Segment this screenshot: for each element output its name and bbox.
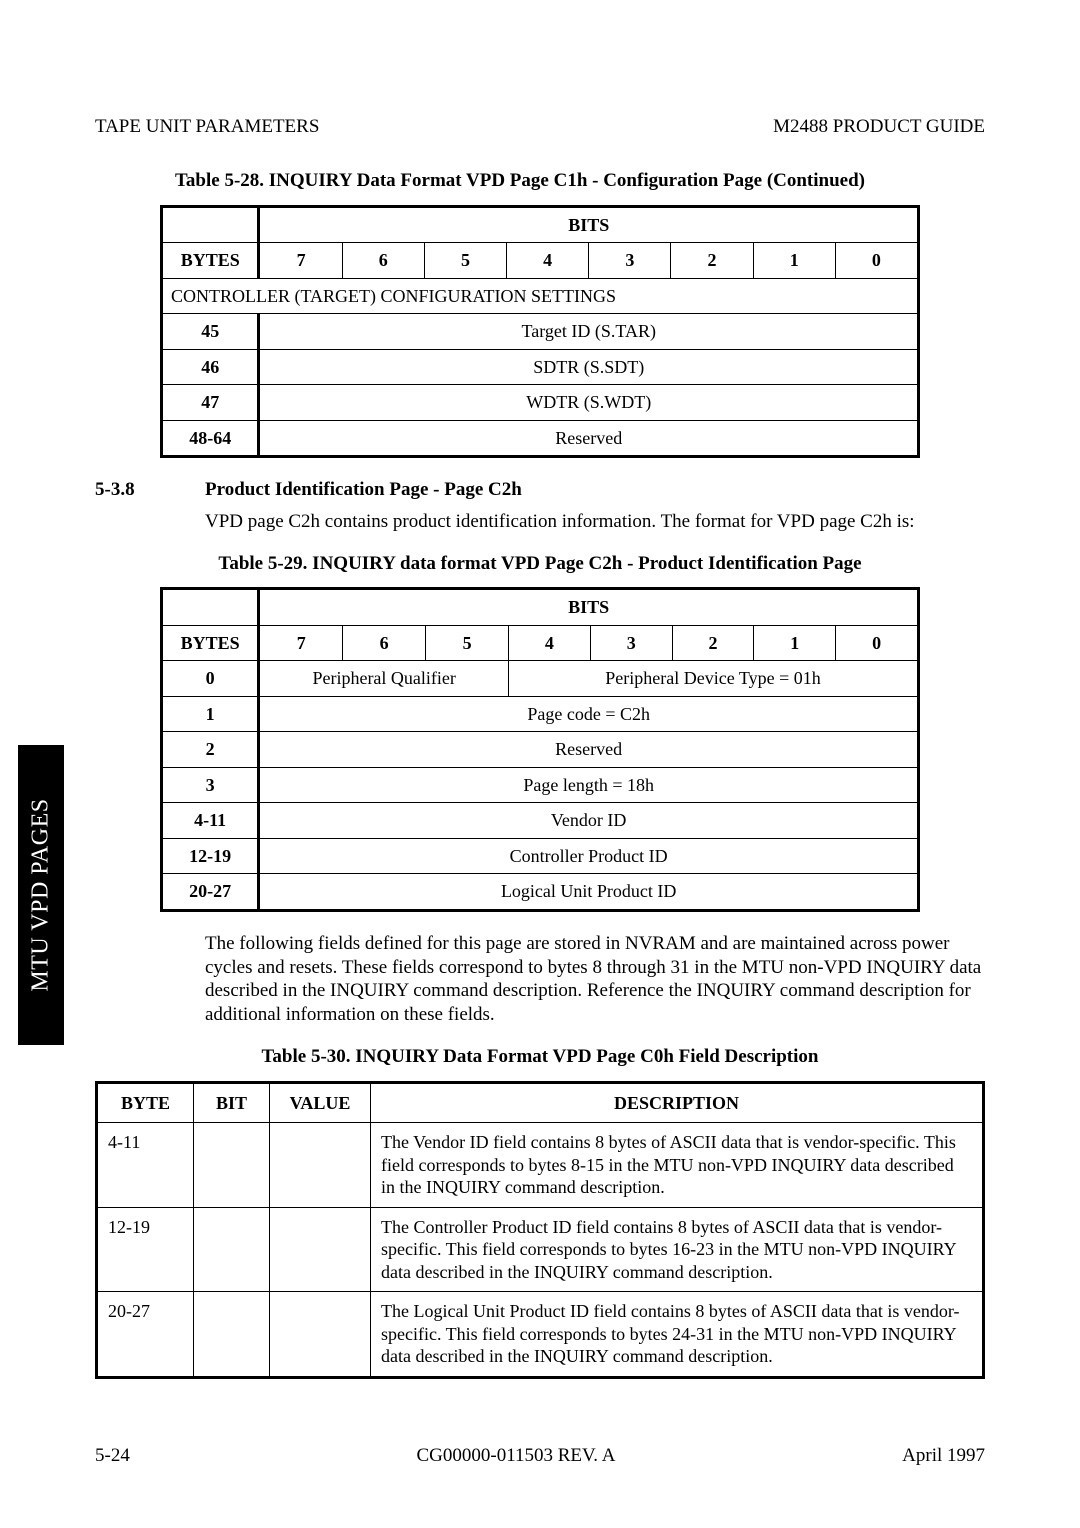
t30-r2-byte: 20-27 — [97, 1292, 194, 1378]
bits-header: BITS — [259, 206, 919, 243]
section-538-head: 5-3.8 Product Identification Page - Page… — [95, 478, 985, 502]
section-538-para: VPD page C2h contains product identifica… — [205, 510, 985, 534]
bit-7b: 7 — [259, 625, 343, 661]
section-num: 5-3.8 — [95, 478, 205, 502]
byte-47: 47 — [162, 385, 259, 421]
byte-45: 45 — [162, 314, 259, 350]
page: TAPE UNIT PARAMETERS M2488 PRODUCT GUIDE… — [0, 0, 1080, 1528]
footer: 5-24 CG00000-011503 REV. A April 1997 — [95, 1444, 985, 1468]
t30-r0-val — [270, 1123, 371, 1208]
bit-0: 0 — [835, 243, 918, 279]
bit-3b: 3 — [590, 625, 672, 661]
byte-4864: 48-64 — [162, 420, 259, 457]
byte-411: 4-11 — [162, 803, 259, 839]
byte-1: 1 — [162, 696, 259, 732]
bit-7: 7 — [259, 243, 342, 279]
bits-header-29: BITS — [259, 589, 919, 626]
bit-3: 3 — [589, 243, 671, 279]
bit-4b: 4 — [509, 625, 591, 661]
t30-r2-val — [270, 1292, 371, 1378]
t30-r0-desc: The Vendor ID field contains 8 bytes of … — [371, 1123, 984, 1208]
table-29-caption: Table 5-29. INQUIRY data format VPD Page… — [95, 552, 985, 576]
byte-2027-desc: Logical Unit Product ID — [259, 874, 919, 911]
bit-0b: 0 — [836, 625, 919, 661]
table-30-caption: Table 5-30. INQUIRY Data Format VPD Page… — [95, 1045, 985, 1069]
bit-6: 6 — [342, 243, 424, 279]
bit-1: 1 — [753, 243, 835, 279]
bit-4: 4 — [507, 243, 589, 279]
bytes-header-29: BYTES — [162, 625, 259, 661]
t30-h-value: VALUE — [270, 1082, 371, 1123]
footer-center: CG00000-011503 REV. A — [416, 1444, 615, 1468]
table-29: BITS BYTES 7 6 5 4 3 2 1 0 0 Peripheral … — [160, 587, 920, 912]
byte-2: 2 — [162, 732, 259, 768]
byte-2-desc: Reserved — [259, 732, 919, 768]
byte-1219-desc: Controller Product ID — [259, 838, 919, 874]
header-right: M2488 PRODUCT GUIDE — [773, 115, 985, 139]
byte-1219: 12-19 — [162, 838, 259, 874]
para-after-t29: The following fields defined for this pa… — [205, 932, 985, 1027]
footer-right: April 1997 — [902, 1444, 985, 1468]
byte-2027: 20-27 — [162, 874, 259, 911]
t30-h-byte: BYTE — [97, 1082, 194, 1123]
byte-3: 3 — [162, 767, 259, 803]
side-tab-label: MTU VPD PAGES — [26, 798, 56, 991]
bit-2b: 2 — [672, 625, 754, 661]
byte-45-desc: Target ID (S.TAR) — [259, 314, 919, 350]
byte-3-desc: Page length = 18h — [259, 767, 919, 803]
t30-r1-val — [270, 1207, 371, 1292]
t30-r2-bit — [194, 1292, 270, 1378]
byte-46-desc: SDTR (S.SDT) — [259, 349, 919, 385]
byte-1-desc: Page code = C2h — [259, 696, 919, 732]
table-28: BITS BYTES 7 6 5 4 3 2 1 0 CONTROLLER (T… — [160, 205, 920, 459]
t30-r0-bit — [194, 1123, 270, 1208]
bit-6b: 6 — [343, 625, 426, 661]
t30-r1-byte: 12-19 — [97, 1207, 194, 1292]
section-title: Product Identification Page - Page C2h — [205, 478, 522, 502]
bit-2: 2 — [671, 243, 753, 279]
bytes-header: BYTES — [162, 243, 259, 279]
byte-0: 0 — [162, 661, 259, 697]
byte-46: 46 — [162, 349, 259, 385]
table-28-caption: Table 5-28. INQUIRY Data Format VPD Page… — [95, 169, 985, 193]
t30-h-desc: DESCRIPTION — [371, 1082, 984, 1123]
byte-47-desc: WDTR (S.WDT) — [259, 385, 919, 421]
table-30: BYTE BIT VALUE DESCRIPTION 4-11 The Vend… — [95, 1081, 985, 1379]
t30-r0-byte: 4-11 — [97, 1123, 194, 1208]
section-banner: CONTROLLER (TARGET) CONFIGURATION SETTIN… — [162, 278, 919, 314]
bit-1b: 1 — [754, 625, 836, 661]
periph-qual: Peripheral Qualifier — [259, 661, 509, 697]
t30-r1-bit — [194, 1207, 270, 1292]
byte-4864-desc: Reserved — [259, 420, 919, 457]
side-tab: MTU VPD PAGES — [18, 745, 64, 1045]
t30-h-bit: BIT — [194, 1082, 270, 1123]
header-left: TAPE UNIT PARAMETERS — [95, 115, 319, 139]
footer-left: 5-24 — [95, 1444, 130, 1468]
byte-411-desc: Vendor ID — [259, 803, 919, 839]
t30-r2-desc: The Logical Unit Product ID field contai… — [371, 1292, 984, 1378]
bit-5: 5 — [424, 243, 506, 279]
bit-5b: 5 — [426, 625, 509, 661]
running-header: TAPE UNIT PARAMETERS M2488 PRODUCT GUIDE — [95, 115, 985, 139]
periph-dev-type: Peripheral Device Type = 01h — [509, 661, 919, 697]
t30-r1-desc: The Controller Product ID field contains… — [371, 1207, 984, 1292]
